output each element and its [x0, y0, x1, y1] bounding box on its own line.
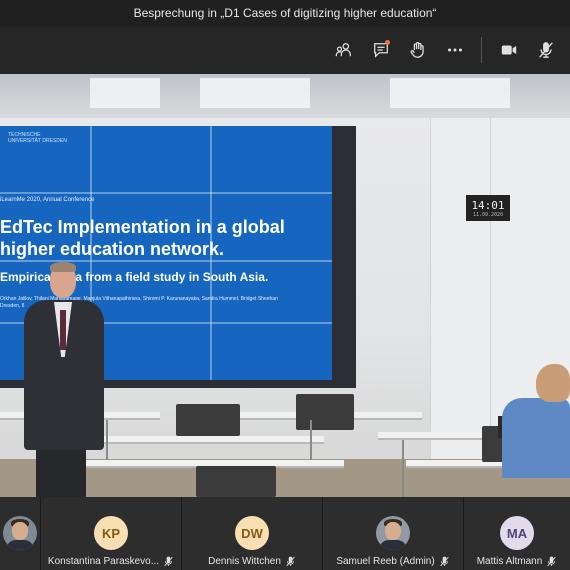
clock-date: 11.09.2020	[472, 211, 504, 218]
slide-title: EdTec Implementation in a global higher …	[0, 217, 285, 259]
room-ceiling	[0, 74, 570, 118]
microphone-button[interactable]	[527, 32, 564, 68]
attendee-back	[502, 398, 570, 478]
more-options-icon	[447, 48, 462, 52]
slide-conference: iLearnMe 2020, Annual Conference	[0, 197, 95, 203]
photo-face	[12, 522, 28, 540]
participant-label: Dennis Wittchen	[182, 556, 322, 567]
photo-face	[385, 522, 401, 540]
photo-suit	[379, 540, 407, 550]
participant-name: Konstantina Paraskevo...	[47, 556, 160, 567]
desk-leg	[310, 420, 312, 460]
camera-button[interactable]	[490, 32, 527, 68]
mic-muted-icon	[164, 556, 173, 567]
participant-name: Dennis Wittchen	[208, 556, 281, 567]
mic-muted-icon	[547, 556, 556, 567]
participant-label: Mattis Altmann	[464, 556, 570, 567]
chat-button[interactable]	[362, 32, 399, 68]
camera-icon	[501, 45, 516, 55]
slide-gridline	[0, 260, 332, 262]
slide-gridline	[0, 192, 332, 194]
participant-name: Samuel Reeb (Admin)	[336, 556, 435, 567]
participant-label: Konstantina Paraskevo...	[41, 556, 181, 567]
raise-hand-button[interactable]	[399, 32, 436, 68]
chair	[196, 466, 276, 497]
attendee-head	[536, 364, 570, 402]
participant-tile[interactable]: Samuel Reeb (Admin)	[323, 497, 463, 570]
participant-tile[interactable]: DW Dennis Wittchen	[182, 497, 322, 570]
clock-time: 14:01	[471, 198, 505, 212]
participant-avatar: KP	[94, 516, 128, 550]
photo-suit	[6, 540, 34, 550]
speaker-hair	[50, 262, 76, 272]
participant-name: Mattis Altmann	[476, 556, 543, 567]
mic-muted-icon	[440, 556, 449, 567]
participant-tile[interactable]: MA Mattis Altmann	[464, 497, 570, 570]
desk	[88, 436, 324, 444]
meeting-title: Besprechung in „D1 Cases of digitizing h…	[133, 6, 437, 20]
speaker-legs	[36, 446, 86, 497]
ceiling-light	[390, 78, 510, 108]
mic-muted-icon	[286, 556, 295, 567]
participant-tile[interactable]: KP Konstantina Paraskevo...	[41, 497, 181, 570]
more-options-button[interactable]	[436, 32, 473, 68]
ceiling-light	[90, 78, 160, 108]
participants-button[interactable]	[325, 32, 362, 68]
slide-subtitle: Empirical data from a field study in Sou…	[0, 270, 269, 284]
desk-leg	[402, 440, 404, 497]
participant-photo	[376, 516, 410, 550]
participant-label: Samuel Reeb (Admin)	[323, 556, 463, 567]
meeting-toolbar	[0, 26, 570, 74]
participant-photo	[3, 516, 37, 550]
ceiling-light	[200, 78, 310, 108]
participant-tile[interactable]	[0, 497, 40, 570]
toolbar-divider	[481, 37, 482, 63]
raise-hand-icon	[410, 41, 424, 58]
shared-video-stage: TECHNISCHE UNIVERSITÄT DRESDEN iLearnMe …	[0, 74, 570, 497]
chair	[296, 394, 354, 430]
participant-avatar: MA	[500, 516, 534, 550]
chat-notification-dot	[385, 40, 390, 45]
mic-muted-icon	[538, 42, 553, 58]
participant-gallery: KP Konstantina Paraskevo... DW Dennis Wi…	[0, 497, 570, 570]
wall-clock: 14:01 11.09.2020	[466, 195, 510, 221]
desk-leg	[106, 420, 108, 460]
speaker-tie	[60, 310, 66, 350]
participant-avatar: DW	[235, 516, 269, 550]
wall-panel	[430, 118, 490, 460]
meeting-title-bar: Besprechung in „D1 Cases of digitizing h…	[0, 0, 570, 26]
university-logo: TECHNISCHE UNIVERSITÄT DRESDEN	[8, 132, 67, 144]
participants-icon	[335, 43, 351, 57]
chair	[176, 404, 240, 436]
